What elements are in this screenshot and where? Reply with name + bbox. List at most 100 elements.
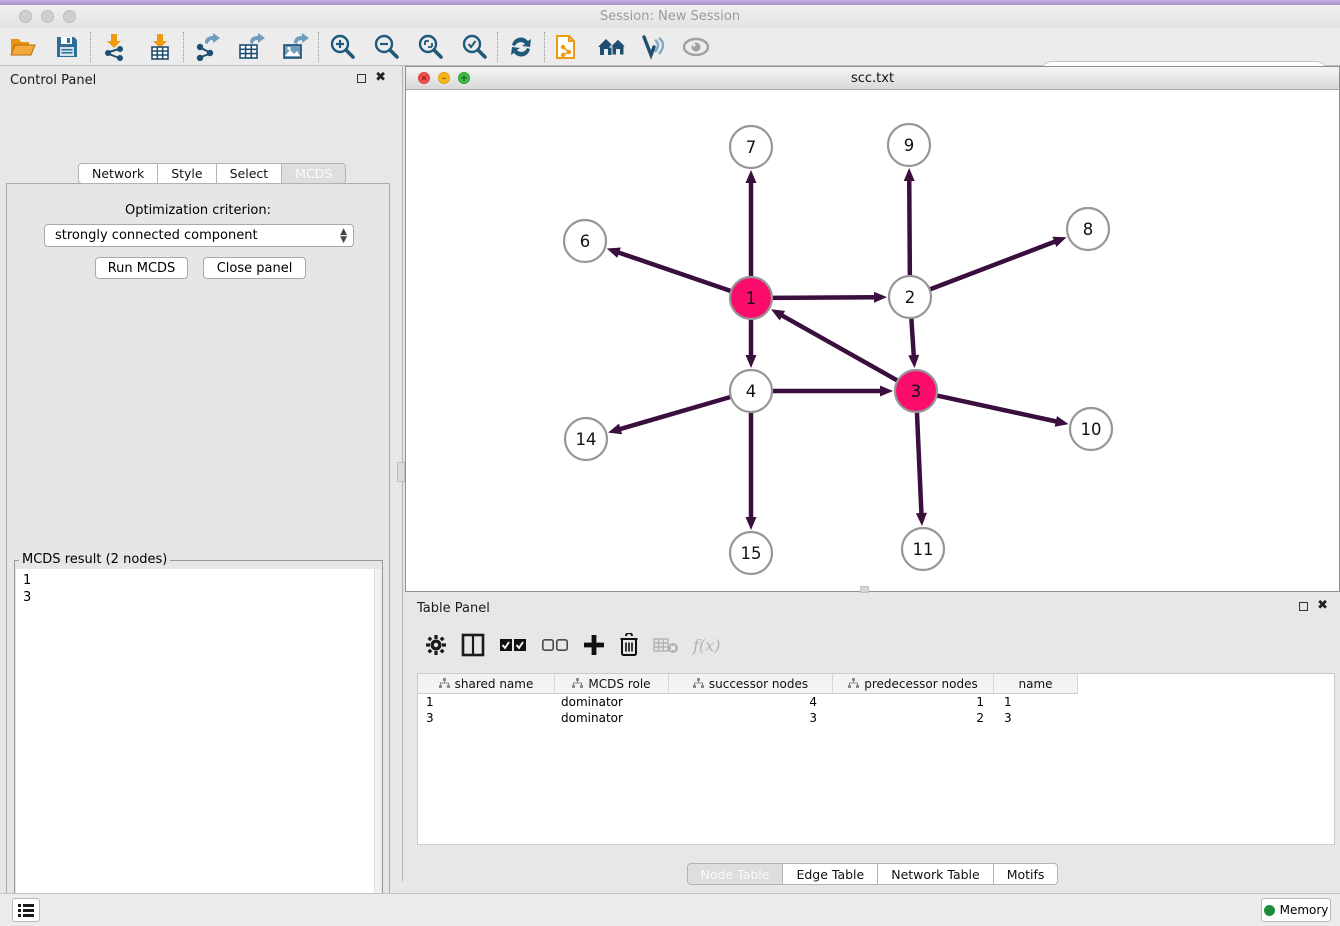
control-panel-tabs: NetworkStyleSelectMCDS [78, 163, 346, 184]
network-canvas[interactable]: 7 9 6 8 1 2 4 3 14 10 15 11 [406, 90, 1339, 591]
edge-arrowhead [746, 517, 757, 530]
toolbar-separator [544, 32, 545, 62]
tab-style[interactable]: Style [158, 163, 216, 184]
edge-arrowhead [1052, 237, 1066, 247]
open-session-icon[interactable] [6, 31, 40, 63]
svg-text:10: 10 [1081, 420, 1102, 439]
svg-text:8: 8 [1083, 220, 1094, 239]
svg-text:4: 4 [746, 382, 757, 401]
refresh-icon[interactable] [504, 31, 538, 63]
graph-node-14[interactable]: 14 [565, 418, 607, 460]
main-toolbar [0, 28, 1340, 66]
control-panel-close-icon[interactable]: ✖ [375, 73, 386, 83]
deselect-all-checkboxes-icon[interactable] [541, 638, 569, 652]
optimization-criterion-value: strongly connected component [55, 228, 258, 243]
horizontal-divider-grip[interactable] [860, 586, 869, 593]
task-history-button[interactable] [12, 898, 40, 922]
edge-1-2[interactable] [772, 297, 877, 298]
vizmapper-icon[interactable] [637, 31, 671, 63]
export-network-icon[interactable] [190, 31, 224, 63]
table-row[interactable]: 1dominator411 [418, 694, 1334, 710]
tab-network[interactable]: Network [78, 163, 158, 184]
control-panel-float-icon[interactable] [357, 74, 366, 83]
export-image-icon[interactable] [278, 31, 312, 63]
tab-edge-table[interactable]: Edge Table [783, 863, 878, 885]
tab-node-table[interactable]: Node Table [687, 863, 784, 885]
edge-3-10[interactable] [937, 395, 1059, 422]
zoom-selected-icon[interactable] [457, 31, 491, 63]
home-icon[interactable] [595, 31, 629, 63]
delete-table-icon[interactable] [653, 636, 679, 654]
gear-icon[interactable] [425, 634, 447, 656]
table-cell: 2 [833, 711, 994, 725]
mcds-result-list[interactable]: 13 [16, 569, 381, 926]
zoom-in-icon[interactable] [325, 31, 359, 63]
column-header-predecessor-nodes[interactable]: predecessor nodes [833, 674, 994, 694]
edge-1-6[interactable] [616, 252, 731, 291]
tab-motifs[interactable]: Motifs [994, 863, 1059, 885]
node-table[interactable]: shared nameMCDS rolesuccessor nodesprede… [417, 673, 1335, 845]
edge-arrowhead [908, 355, 919, 368]
edge-2-3[interactable] [911, 318, 914, 358]
result-scrollbar[interactable] [374, 569, 381, 926]
function-builder-icon[interactable]: f(x) [693, 636, 720, 655]
edge-3-1[interactable] [780, 314, 898, 380]
table-panel-close-icon[interactable]: ✖ [1317, 601, 1328, 611]
optimization-criterion-select[interactable]: strongly connected component ▲▼ [44, 224, 354, 247]
graph-node-3[interactable]: 3 [895, 370, 937, 412]
table-row[interactable]: 3dominator323 [418, 710, 1334, 726]
tab-mcds[interactable]: MCDS [282, 163, 346, 184]
columns-icon[interactable] [461, 633, 485, 657]
network-from-file-icon[interactable] [551, 31, 585, 63]
column-header-shared-name[interactable]: shared name [418, 674, 555, 694]
graph-node-6[interactable]: 6 [564, 220, 606, 262]
table-panel-float-icon[interactable] [1299, 602, 1308, 611]
vertical-divider-grip[interactable] [397, 462, 405, 482]
svg-text:14: 14 [576, 430, 597, 449]
mcds-result-line: 3 [23, 589, 374, 606]
control-panel-title: Control Panel [10, 73, 96, 88]
column-header-name[interactable]: name [994, 674, 1078, 694]
edge-arrowhead [880, 386, 893, 397]
column-header-successor-nodes[interactable]: successor nodes [669, 674, 833, 694]
tab-network-table[interactable]: Network Table [878, 863, 994, 885]
zoom-out-icon[interactable] [369, 31, 403, 63]
edge-3-11[interactable] [917, 412, 922, 516]
network-window-titlebar[interactable]: ✕ – + scc.txt [406, 67, 1339, 90]
add-row-icon[interactable] [583, 634, 605, 656]
table-cell: dominator [555, 711, 669, 725]
import-network-icon[interactable] [97, 31, 131, 63]
toolbar-separator [318, 32, 319, 62]
graph-node-8[interactable]: 8 [1067, 208, 1109, 250]
graph-node-11[interactable]: 11 [902, 528, 944, 570]
edge-2-8[interactable] [930, 241, 1058, 290]
graph-node-7[interactable]: 7 [730, 126, 772, 168]
tab-select[interactable]: Select [217, 163, 283, 184]
memory-button[interactable]: Memory [1261, 898, 1331, 922]
mcds-result-title: MCDS result (2 nodes) [19, 552, 170, 567]
save-session-icon[interactable] [50, 31, 84, 63]
select-all-checkboxes-icon[interactable] [499, 638, 527, 652]
run-mcds-button[interactable]: Run MCDS [95, 257, 188, 279]
svg-text:1: 1 [746, 289, 757, 308]
eye-icon[interactable] [679, 31, 713, 63]
close-panel-button[interactable]: Close panel [203, 257, 306, 279]
delete-row-icon[interactable] [619, 633, 639, 657]
list-icon [18, 903, 34, 917]
table-cell: 1 [418, 695, 555, 709]
export-table-icon[interactable] [234, 31, 268, 63]
zoom-fit-icon[interactable] [413, 31, 447, 63]
graph-node-4[interactable]: 4 [730, 370, 772, 412]
edge-arrowhead [746, 170, 757, 183]
edge-4-14[interactable] [618, 397, 731, 430]
table-cell: dominator [555, 695, 669, 709]
graph-node-1[interactable]: 1 [730, 277, 772, 319]
column-header-MCDS-role[interactable]: MCDS role [555, 674, 669, 694]
svg-text:15: 15 [741, 544, 762, 563]
graph-node-2[interactable]: 2 [889, 276, 931, 318]
edge-2-9[interactable] [909, 178, 910, 276]
import-table-icon[interactable] [143, 31, 177, 63]
graph-node-9[interactable]: 9 [888, 124, 930, 166]
graph-node-10[interactable]: 10 [1070, 408, 1112, 450]
graph-node-15[interactable]: 15 [730, 532, 772, 574]
